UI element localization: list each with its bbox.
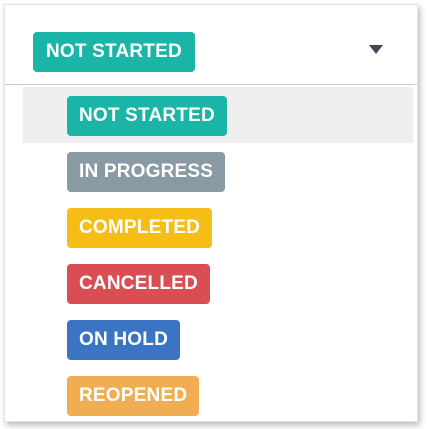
status-badge-not-started: NOT STARTED bbox=[67, 96, 227, 136]
status-option-cancelled[interactable]: CANCELLED bbox=[23, 255, 413, 311]
chevron-down-icon[interactable] bbox=[369, 45, 383, 54]
status-badge-in-progress: IN PROGRESS bbox=[67, 152, 226, 192]
selected-status-badge: NOT STARTED bbox=[33, 32, 195, 72]
status-badge-reopened: REOPENED bbox=[67, 376, 200, 416]
status-option-in-progress[interactable]: IN PROGRESS bbox=[23, 143, 413, 199]
status-options-list: NOT STARTED IN PROGRESS COMPLETED CANCEL… bbox=[23, 87, 413, 421]
status-select[interactable]: NOT STARTED bbox=[5, 5, 417, 85]
status-option-completed[interactable]: COMPLETED bbox=[23, 199, 413, 255]
status-badge-on-hold: ON HOLD bbox=[67, 320, 181, 360]
status-badge-cancelled: CANCELLED bbox=[67, 264, 210, 304]
status-option-not-started[interactable]: NOT STARTED bbox=[23, 87, 413, 143]
status-dropdown: NOT STARTED NOT STARTED IN PROGRESS COMP… bbox=[4, 4, 418, 422]
status-badge-completed: COMPLETED bbox=[67, 208, 213, 248]
status-option-on-hold[interactable]: ON HOLD bbox=[23, 311, 413, 367]
status-option-reopened[interactable]: REOPENED bbox=[23, 367, 413, 421]
